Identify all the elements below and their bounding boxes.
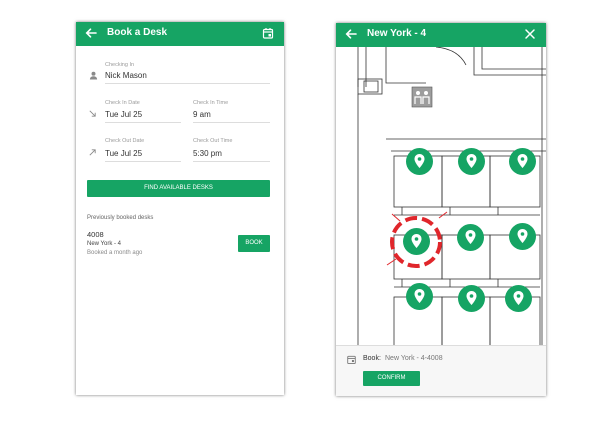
map-title: New York - 4	[367, 28, 427, 39]
location-pin-icon	[517, 229, 528, 243]
desk-pin[interactable]	[509, 148, 536, 175]
checking-in-label: Checking In	[105, 62, 135, 68]
desk-pin-selected[interactable]	[403, 228, 430, 255]
page-title: Book a Desk	[107, 27, 168, 38]
desk-pin[interactable]	[457, 224, 484, 251]
location-pin-icon	[465, 230, 476, 244]
checking-in-underline	[105, 83, 270, 84]
desk-pin[interactable]	[505, 285, 532, 312]
previous-location: New York - 4	[87, 241, 122, 247]
find-available-desks-button[interactable]: FIND AVAILABLE DESKS	[87, 180, 270, 197]
location-pin-icon	[466, 154, 477, 168]
check-in-time-field[interactable]: 9 am	[193, 110, 211, 119]
book-desk-value: New York - 4-4008	[385, 355, 443, 362]
back-arrow-icon[interactable]	[84, 26, 98, 40]
arrow-down-right-icon	[89, 110, 96, 117]
desk-pin[interactable]	[406, 283, 433, 310]
close-icon[interactable]	[524, 28, 536, 40]
location-pin-icon	[414, 289, 425, 303]
previous-booked-time: Booked a month ago	[87, 250, 143, 256]
back-arrow-icon[interactable]	[344, 27, 358, 41]
check-out-date-label: Check Out Date	[105, 138, 145, 144]
calendar-icon[interactable]	[262, 27, 274, 39]
desk-pin[interactable]	[458, 285, 485, 312]
check-in-date-underline	[105, 122, 181, 123]
check-out-date-underline	[105, 161, 181, 162]
check-in-time-label: Check In Time	[193, 100, 229, 106]
floor-map-screen: New York - 4 Book: New York - 4-4008 CON…	[336, 23, 546, 396]
desk-pin[interactable]	[406, 148, 433, 175]
person-icon	[89, 71, 98, 80]
app-bar: Book a Desk	[76, 22, 284, 46]
calendar-icon	[347, 355, 356, 364]
booking-summary-bar: Book: New York - 4-4008 CONFIRM	[336, 345, 546, 396]
confirm-button[interactable]: CONFIRM	[363, 371, 420, 386]
arrow-up-right-icon	[89, 149, 96, 156]
restroom-icon	[411, 86, 433, 108]
book-again-button[interactable]: BOOK	[238, 235, 270, 252]
checking-in-field[interactable]: Nick Mason	[105, 71, 147, 80]
book-label: Book:	[363, 355, 381, 362]
previous-heading: Previously booked desks	[87, 215, 154, 221]
check-out-time-underline	[193, 161, 270, 162]
check-out-time-field[interactable]: 5:30 pm	[193, 149, 222, 158]
book-desk-screen: Book a Desk Checking In Nick Mason Check…	[76, 22, 284, 395]
location-pin-icon	[411, 234, 422, 248]
check-in-date-field[interactable]: Tue Jul 25	[105, 110, 142, 119]
previous-desk-number: 4008	[87, 230, 104, 239]
desk-pin[interactable]	[458, 148, 485, 175]
check-in-date-label: Check In Date	[105, 100, 140, 106]
location-pin-icon	[517, 154, 528, 168]
location-pin-icon	[414, 154, 425, 168]
app-bar: New York - 4	[336, 23, 546, 47]
desk-pin[interactable]	[509, 223, 536, 250]
location-pin-icon	[466, 291, 477, 305]
location-pin-icon	[513, 291, 524, 305]
check-out-time-label: Check Out Time	[193, 138, 233, 144]
check-in-time-underline	[193, 122, 270, 123]
check-out-date-field[interactable]: Tue Jul 25	[105, 149, 142, 158]
